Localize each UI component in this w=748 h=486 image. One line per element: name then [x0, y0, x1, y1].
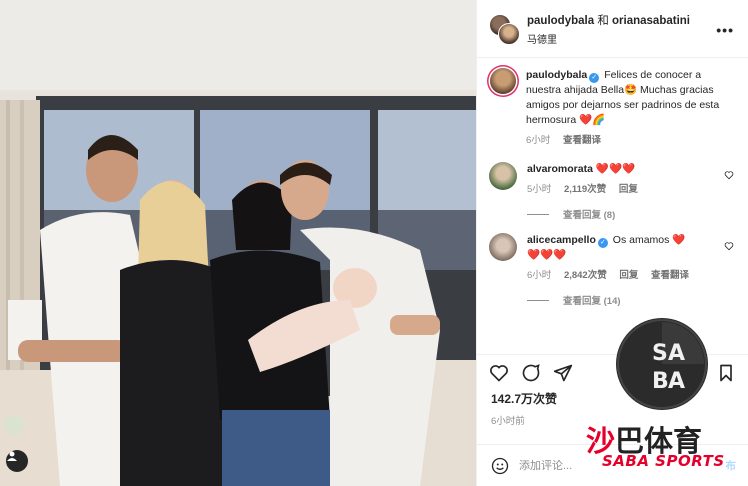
- verified-icon: ✓: [589, 73, 600, 83]
- post-time: 6小时前: [491, 416, 525, 427]
- location-link[interactable]: 马德里: [527, 31, 690, 46]
- comment-meta: 5小时 2,119次赞 回复: [527, 182, 722, 197]
- logo-letter: B: [652, 369, 669, 394]
- bookmark-icon[interactable]: [716, 363, 736, 383]
- avatar[interactable]: [498, 22, 520, 45]
- watermark-en: SABA SPORTS: [602, 452, 725, 470]
- verified-icon: ✓: [597, 238, 608, 248]
- comment-icon[interactable]: [521, 363, 541, 383]
- user-icon: [7, 451, 17, 461]
- caption: paulodybala ✓ Felices de conocer a nuestr…: [489, 68, 736, 148]
- comment-text: ❤️❤️❤️: [595, 163, 636, 175]
- avatar[interactable]: [490, 68, 516, 94]
- watermark-logo: S A B A: [616, 318, 708, 410]
- view-replies-button[interactable]: 查看回复 (8): [527, 207, 736, 221]
- caption-meta: 6小时 查看翻译: [526, 133, 722, 148]
- see-translation-link[interactable]: 查看翻译: [651, 270, 689, 281]
- comment-item: alicecampello ✓ Os amamos ❤️ ❤️❤️❤️ 6小时 2…: [489, 233, 736, 283]
- comment-body: alvaromorata ❤️❤️❤️ 5小时 2,119次赞 回复: [527, 162, 736, 197]
- logo-letter: A: [668, 341, 685, 366]
- author-link-secondary[interactable]: orianasabatini: [612, 15, 690, 27]
- avatar[interactable]: [489, 162, 517, 190]
- comment-body: alicecampello ✓ Os amamos ❤️ ❤️❤️❤️ 6小时 2…: [527, 233, 736, 283]
- post-comment-button[interactable]: 布: [726, 458, 737, 473]
- comment-username[interactable]: alvaromorata: [527, 163, 593, 175]
- comment-time: 5小时: [527, 184, 552, 195]
- heart-icon[interactable]: [724, 170, 734, 180]
- divider: [527, 299, 549, 301]
- logo-letter: A: [668, 369, 685, 394]
- reply-button[interactable]: 回复: [619, 184, 638, 195]
- author-conjunction: 和: [597, 14, 609, 27]
- collab-avatars[interactable]: [489, 13, 520, 45]
- comment-meta: 6小时 2,842次赞 回复 查看翻译: [527, 268, 722, 283]
- view-replies-button[interactable]: 查看回复 (14): [527, 293, 736, 307]
- post-photo[interactable]: [0, 0, 476, 486]
- logo-letter: S: [652, 341, 668, 366]
- see-translation-link[interactable]: 查看翻译: [563, 135, 601, 146]
- view-replies-label: 查看回复 (8): [563, 210, 616, 221]
- photo-illustration: [0, 0, 476, 486]
- author-names: paulodybala 和 orianasabatini: [527, 12, 690, 28]
- comment-username[interactable]: alicecampello: [527, 234, 596, 246]
- saba-logo-icon: S A B A: [617, 319, 707, 409]
- header-text: paulodybala 和 orianasabatini 马德里: [527, 12, 690, 46]
- comment-likes[interactable]: 2,119次赞: [564, 184, 606, 195]
- view-replies-label: 查看回复 (14): [563, 296, 621, 307]
- heart-icon[interactable]: [724, 241, 734, 251]
- comment-text: Os amamos ❤️: [612, 234, 686, 246]
- avatar[interactable]: [489, 233, 517, 261]
- comment-likes[interactable]: 2,842次赞: [564, 270, 607, 281]
- reply-button[interactable]: 回复: [619, 270, 638, 281]
- emoji-icon[interactable]: [491, 457, 509, 475]
- divider: [527, 213, 549, 215]
- share-icon[interactable]: [553, 363, 573, 383]
- post-header: paulodybala 和 orianasabatini 马德里 •••: [477, 0, 748, 58]
- more-horizontal-icon[interactable]: •••: [716, 22, 734, 38]
- author-link-primary[interactable]: paulodybala: [527, 15, 594, 27]
- comments-list: paulodybala ✓ Felices de conocer a nuestr…: [477, 58, 748, 354]
- caption-username[interactable]: paulodybala: [526, 69, 587, 81]
- comment-time: 6小时: [527, 270, 552, 281]
- comment-item: alvaromorata ❤️❤️❤️ 5小时 2,119次赞 回复: [489, 162, 736, 197]
- tagged-people-button[interactable]: [6, 450, 28, 472]
- post-details-panel: paulodybala 和 orianasabatini 马德里 ••• pau…: [476, 0, 748, 486]
- comment-text-line2: ❤️❤️❤️: [527, 249, 567, 261]
- heart-icon[interactable]: [489, 363, 509, 383]
- caption-time: 6小时: [526, 135, 551, 146]
- likes-count[interactable]: 142.7万次赞: [491, 390, 557, 407]
- caption-emoji: ❤️🌈: [579, 114, 606, 126]
- caption-body: paulodybala ✓ Felices de conocer a nuestr…: [526, 68, 736, 148]
